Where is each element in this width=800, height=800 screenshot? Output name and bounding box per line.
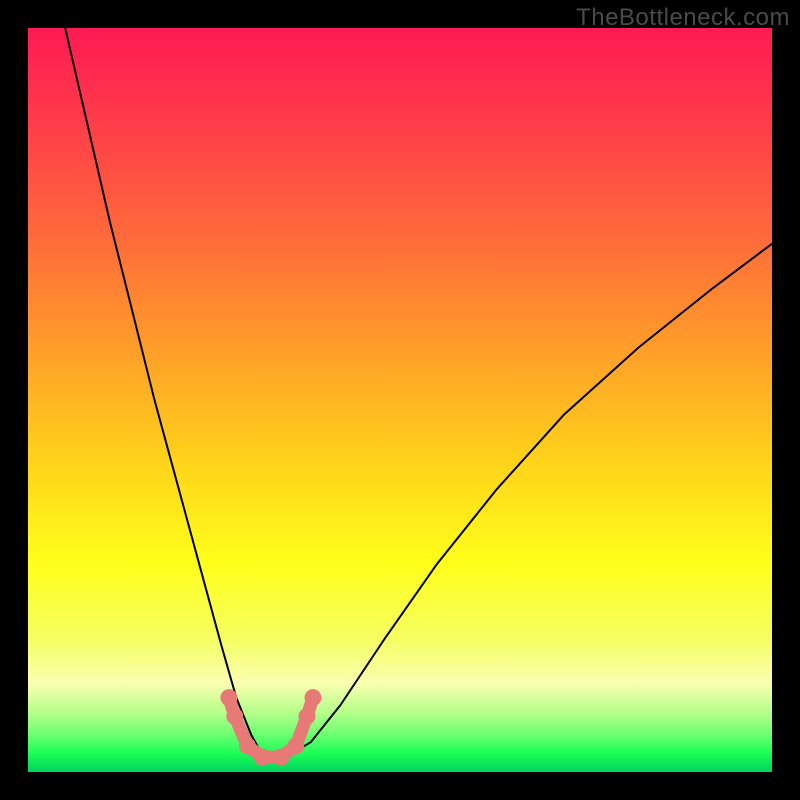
optimal-marker	[239, 738, 256, 755]
optimal-marker	[254, 749, 271, 766]
optimal-marker	[220, 689, 237, 706]
curve-svg	[28, 28, 772, 772]
bottleneck-curve	[65, 28, 772, 758]
optimal-marker	[305, 689, 322, 706]
optimal-marker	[287, 738, 304, 755]
plot-area	[28, 28, 772, 772]
optimal-marker	[299, 708, 316, 725]
chart-frame: TheBottleneck.com	[0, 0, 800, 800]
optimal-marker	[226, 708, 243, 725]
optimal-marker	[273, 749, 290, 766]
watermark-text: TheBottleneck.com	[576, 4, 790, 32]
